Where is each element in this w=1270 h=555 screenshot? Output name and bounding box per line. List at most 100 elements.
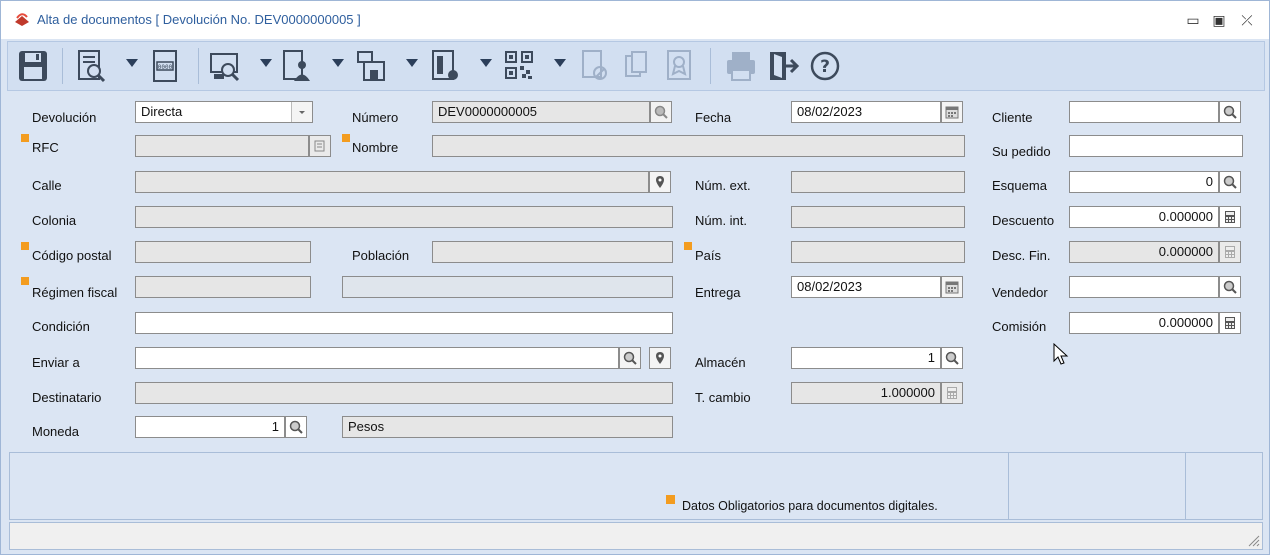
moneda-search-button[interactable] — [285, 416, 307, 438]
store-button[interactable] — [354, 48, 388, 84]
calle-field[interactable] — [135, 171, 649, 193]
svg-text:0000: 0000 — [158, 64, 173, 71]
esquema-label: Esquema — [992, 178, 1047, 193]
minimize-button[interactable]: ▭ — [1181, 9, 1205, 31]
close-button[interactable]: ⤫ — [1235, 9, 1259, 31]
enviar-a-search-button[interactable] — [619, 347, 641, 369]
t-cambio-calculator-button[interactable] — [941, 382, 963, 404]
qr-code-button[interactable] — [502, 48, 536, 84]
enviar-a-location-button[interactable] — [649, 347, 671, 369]
chevron-down-icon[interactable] — [291, 102, 312, 122]
comision-label: Comisión — [992, 319, 1047, 334]
num-int-field[interactable] — [791, 206, 965, 228]
required-marker — [21, 134, 29, 142]
su-pedido-field[interactable] — [1069, 135, 1243, 157]
pais-field[interactable] — [791, 241, 965, 263]
cancel-document-icon — [582, 50, 607, 80]
t-cambio-field[interactable]: 1.000000 — [791, 382, 941, 404]
entrega-field[interactable]: 08/02/2023 — [791, 276, 941, 298]
required-marker — [21, 242, 29, 250]
exit-button[interactable] — [766, 48, 800, 84]
numbering-icon: 0000 — [153, 50, 177, 82]
poblacion-label: Población — [352, 248, 410, 263]
colonia-field[interactable] — [135, 206, 673, 228]
vendedor-label: Vendedor — [992, 285, 1048, 300]
search-icon — [1223, 105, 1237, 119]
num-ext-field[interactable] — [791, 171, 965, 193]
entrega-calendar-button[interactable] — [941, 276, 963, 298]
numbering-button[interactable]: 0000 — [148, 48, 182, 84]
comision-calculator-button[interactable] — [1219, 312, 1241, 334]
destinatario-label: Destinatario — [32, 390, 102, 405]
qr-code-dropdown[interactable] — [554, 59, 566, 67]
codigo-postal-field[interactable] — [135, 241, 311, 263]
condicion-field[interactable] — [135, 312, 673, 334]
almacen-search-button[interactable] — [941, 347, 963, 369]
document-icon — [432, 50, 458, 80]
vendedor-field[interactable] — [1069, 276, 1219, 298]
esquema-search-button[interactable] — [1219, 171, 1241, 193]
preview-icon — [210, 53, 240, 82]
devolucion-select[interactable]: Directa — [135, 101, 313, 123]
cliente-search-button[interactable] — [1219, 101, 1241, 123]
required-marker — [684, 242, 692, 250]
client-info-dropdown[interactable] — [332, 59, 344, 67]
poblacion-field[interactable] — [432, 241, 673, 263]
t-cambio-label: T. cambio — [695, 390, 751, 405]
colonia-label: Colonia — [32, 213, 77, 228]
location-pin-icon — [656, 176, 664, 188]
preview-button[interactable] — [208, 48, 242, 84]
search-icon — [654, 105, 668, 119]
cancel-document-button[interactable] — [578, 48, 612, 84]
print-button[interactable] — [724, 48, 758, 84]
save-button[interactable] — [16, 48, 50, 84]
rfc-lookup-button[interactable] — [309, 135, 331, 157]
vendedor-search-button[interactable] — [1219, 276, 1241, 298]
resize-grip-icon[interactable] — [1246, 533, 1260, 547]
devolucion-label: Devolución — [32, 110, 97, 125]
numero-label: Número — [352, 110, 399, 125]
enviar-a-field[interactable] — [135, 347, 619, 369]
numero-field[interactable]: DEV0000000005 — [432, 101, 650, 123]
certificate-button[interactable] — [662, 48, 696, 84]
comision-field[interactable]: 0.000000 — [1069, 312, 1219, 334]
almacen-label: Almacén — [695, 355, 746, 370]
num-ext-label: Núm. ext. — [695, 178, 751, 193]
location-pin-icon — [656, 352, 664, 364]
app-icon — [15, 13, 29, 26]
calle-location-button[interactable] — [649, 171, 671, 193]
print-icon — [727, 52, 755, 81]
numero-search-button[interactable] — [650, 101, 672, 123]
help-button[interactable]: ? — [808, 48, 842, 84]
document-button[interactable] — [428, 48, 462, 84]
certificate-icon — [667, 50, 691, 80]
fecha-field[interactable]: 08/02/2023 — [791, 101, 941, 123]
almacen-field[interactable]: 1 — [791, 347, 941, 369]
desc-fin-label: Desc. Fin. — [992, 248, 1051, 263]
preview-dropdown[interactable] — [260, 59, 272, 67]
descuento-calculator-button[interactable] — [1219, 206, 1241, 228]
moneda-name-field: Pesos — [342, 416, 673, 438]
search-document-button[interactable] — [74, 48, 108, 84]
main-window: Alta de documentos [ Devolución No. DEV0… — [0, 0, 1270, 555]
desc-fin-field[interactable]: 0.000000 — [1069, 241, 1219, 263]
maximize-button[interactable]: ▣ — [1207, 9, 1231, 31]
pais-label: País — [695, 248, 722, 263]
document-dropdown[interactable] — [480, 59, 492, 67]
store-dropdown[interactable] — [406, 59, 418, 67]
moneda-field[interactable]: 1 — [135, 416, 285, 438]
client-info-icon — [283, 50, 310, 81]
descuento-field[interactable]: 0.000000 — [1069, 206, 1219, 228]
destinatario-field[interactable] — [135, 382, 673, 404]
desc-fin-calculator-button[interactable] — [1219, 241, 1241, 263]
nombre-field[interactable] — [432, 135, 965, 157]
fecha-calendar-button[interactable] — [941, 101, 963, 123]
esquema-field[interactable]: 0 — [1069, 171, 1219, 193]
regimen-fiscal-field[interactable] — [135, 276, 311, 298]
search-document-dropdown[interactable] — [126, 59, 138, 67]
rfc-field[interactable] — [135, 135, 309, 157]
cliente-field[interactable] — [1069, 101, 1219, 123]
copy-document-button[interactable] — [620, 48, 654, 84]
client-info-button[interactable] — [280, 48, 314, 84]
calculator-icon — [1225, 246, 1235, 258]
